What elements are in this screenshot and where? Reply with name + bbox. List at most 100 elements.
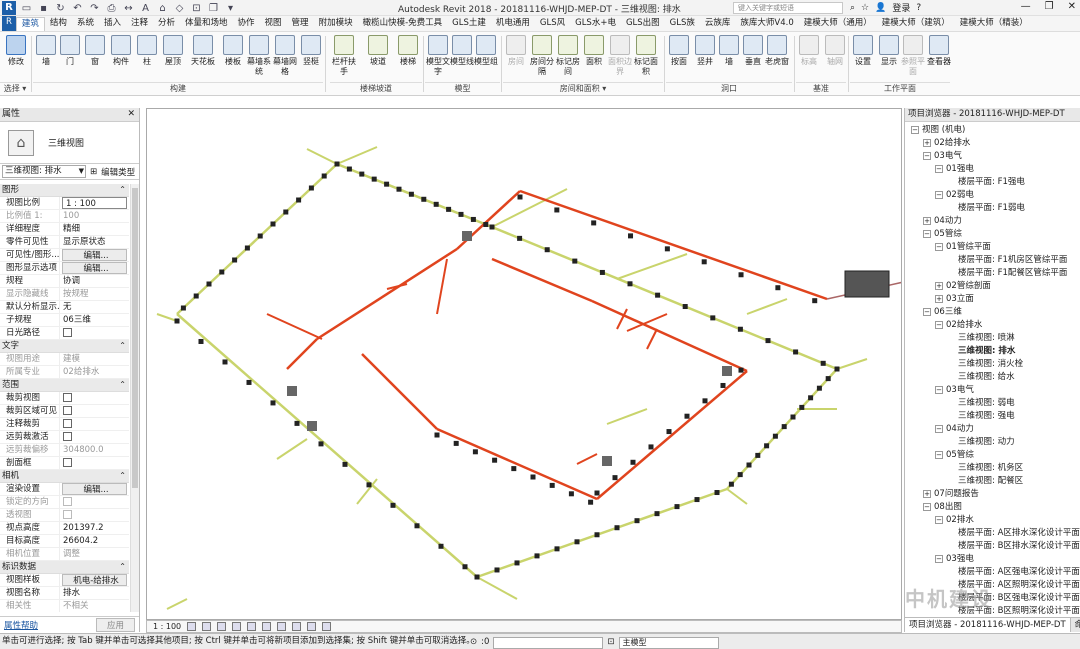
checkbox[interactable] [63, 458, 72, 467]
properties-help-link[interactable]: 属性帮助 [4, 619, 38, 631]
checkbox[interactable] [63, 432, 72, 441]
tree-node[interactable]: 三维视图: 弱电 [905, 397, 1080, 410]
property-value[interactable]: 编辑... [62, 483, 127, 495]
tree-node[interactable]: +02管综剖面 [905, 280, 1080, 293]
ribbon-button[interactable]: 柱 [134, 34, 160, 67]
3d-view-canvas[interactable] [146, 108, 918, 620]
apply-button[interactable]: 应用 [95, 617, 135, 632]
ribbon-button[interactable]: 墙 [716, 34, 742, 67]
section-header[interactable]: 标识数据 ⌃ [0, 561, 129, 574]
expand-icon[interactable]: − [935, 424, 943, 433]
expand-icon[interactable]: − [923, 151, 931, 160]
help-search-input[interactable]: 键入关键字或短语 [733, 2, 843, 14]
ribbon-button[interactable]: 门 [57, 34, 83, 67]
ribbon-button[interactable]: 参照平面 [900, 34, 926, 77]
tree-node[interactable]: 三维视图: 喷淋 [905, 332, 1080, 345]
measure-icon[interactable]: ↔ [122, 2, 135, 15]
panel-title[interactable]: 模型 [425, 82, 500, 95]
ribbon-button[interactable]: 天花板 [190, 34, 216, 67]
tab-2[interactable]: 系统 [72, 17, 99, 31]
tree-node[interactable]: 三维视图: 配餐区 [905, 475, 1080, 488]
tree-node[interactable]: 三维视图: 消火栓 [905, 358, 1080, 371]
expand-icon[interactable]: + [935, 281, 943, 290]
ribbon-button[interactable]: 模型组 [473, 34, 499, 67]
tree-node[interactable]: −01强电 [905, 163, 1080, 176]
ribbon-button[interactable]: 楼板 [220, 34, 246, 67]
ribbon-button[interactable]: 构件 [108, 34, 134, 67]
print-icon[interactable]: ⎙ [105, 2, 118, 15]
tree-node[interactable]: −04动力 [905, 423, 1080, 436]
expand-icon[interactable]: − [935, 515, 943, 524]
help-icon[interactable]: ? [916, 3, 921, 13]
checkbox[interactable] [63, 406, 72, 415]
property-value[interactable] [60, 327, 129, 339]
tab-17[interactable]: GLS族 [665, 17, 700, 31]
tree-node[interactable]: −03电气 [905, 150, 1080, 163]
expand-icon[interactable]: − [935, 242, 943, 251]
tab-16[interactable]: GLS出图 [621, 17, 665, 31]
ribbon-button[interactable]: 模型文字 [425, 34, 451, 77]
close-hidden-icon[interactable]: ⊡ [190, 2, 203, 15]
ribbon-button[interactable]: 设置 [850, 34, 876, 67]
tree-node[interactable]: 楼层平面: F1机房区管综平面 [905, 254, 1080, 267]
section-icon[interactable]: ◇ [173, 2, 186, 15]
expand-icon[interactable]: − [935, 385, 943, 394]
tree-node[interactable]: 楼层平面: A区强电深化设计平面图 [905, 566, 1080, 579]
3d-icon[interactable]: ⌂ [156, 2, 169, 15]
expand-icon[interactable]: − [923, 502, 931, 511]
expand-icon[interactable]: − [923, 229, 931, 238]
ribbon-button[interactable]: 垂直 [740, 34, 766, 67]
property-value[interactable]: 机电-给排水 [62, 574, 127, 586]
revit-logo-icon[interactable]: R [2, 1, 16, 15]
show-crop-icon[interactable] [277, 622, 287, 631]
temp-hide-icon[interactable] [307, 622, 317, 631]
search-icon[interactable]: ⌕ [850, 3, 855, 13]
switch-windows-icon[interactable]: ❐ [207, 2, 220, 15]
tab-18[interactable]: 云族库 [700, 17, 736, 31]
property-value[interactable] [60, 418, 129, 430]
shadows-icon[interactable] [232, 622, 242, 631]
tree-node[interactable]: −02弱电 [905, 189, 1080, 202]
tree-node[interactable]: 楼层平面: F1配餐区管综平面 [905, 267, 1080, 280]
property-value[interactable] [60, 392, 129, 404]
tree-node[interactable]: − 视图 (机电) [905, 124, 1080, 137]
tree-node[interactable]: +03立面 [905, 293, 1080, 306]
tab-21[interactable]: 建模大师（建筑） [877, 17, 955, 31]
tab-project-browser[interactable]: 项目浏览器 - 20181116-WHJD-MEP-DT [905, 618, 1071, 632]
expand-icon[interactable]: + [923, 138, 931, 147]
worksets-icon[interactable]: ⊙ [470, 635, 477, 649]
reveal-hidden-icon[interactable] [322, 622, 332, 631]
ribbon-button[interactable]: 墙 [33, 34, 59, 67]
tab-3[interactable]: 插入 [99, 17, 126, 31]
expand-icon[interactable]: − [935, 554, 943, 563]
expand-icon[interactable]: + [935, 294, 943, 303]
panel-title[interactable]: 基准 [796, 82, 846, 95]
tree-node[interactable]: −08出图 [905, 501, 1080, 514]
tab-command-search[interactable]: 命令搜 [1070, 618, 1080, 632]
close-icon[interactable]: ✕ [1068, 1, 1076, 12]
property-value[interactable] [60, 405, 129, 417]
model-dropdown[interactable]: 主模型 [618, 636, 719, 649]
ribbon-button[interactable]: 轴网 [822, 34, 848, 67]
ribbon-button[interactable]: 栏杆扶手 [331, 34, 357, 77]
visual-style-icon[interactable] [202, 622, 212, 631]
tab-0[interactable]: 建筑 [15, 17, 45, 31]
property-value[interactable]: 1 : 100 [62, 197, 127, 209]
ribbon-button[interactable]: 面积 [581, 34, 607, 67]
ribbon-button[interactable]: 楼梯 [395, 34, 421, 67]
tab-15[interactable]: GLS水+电 [570, 17, 621, 31]
sun-path-icon[interactable] [217, 622, 227, 631]
collapse-icon[interactable]: ⌃ [119, 184, 126, 196]
ribbon-button[interactable]: 查看器 [926, 34, 952, 67]
expand-icon[interactable]: + [923, 216, 931, 225]
detail-level-icon[interactable] [187, 622, 197, 631]
tree-node[interactable]: 楼层平面: F1弱电 [905, 202, 1080, 215]
expand-icon[interactable]: − [911, 125, 919, 134]
tree-node[interactable]: +07问题报告 [905, 488, 1080, 501]
render-icon[interactable] [247, 622, 257, 631]
checkbox[interactable] [63, 393, 72, 402]
expand-icon[interactable]: − [923, 307, 931, 316]
save-icon[interactable]: ▪ [37, 2, 50, 15]
tab-12[interactable]: GLS土建 [447, 17, 491, 31]
tab-6[interactable]: 体量和场地 [180, 17, 233, 31]
